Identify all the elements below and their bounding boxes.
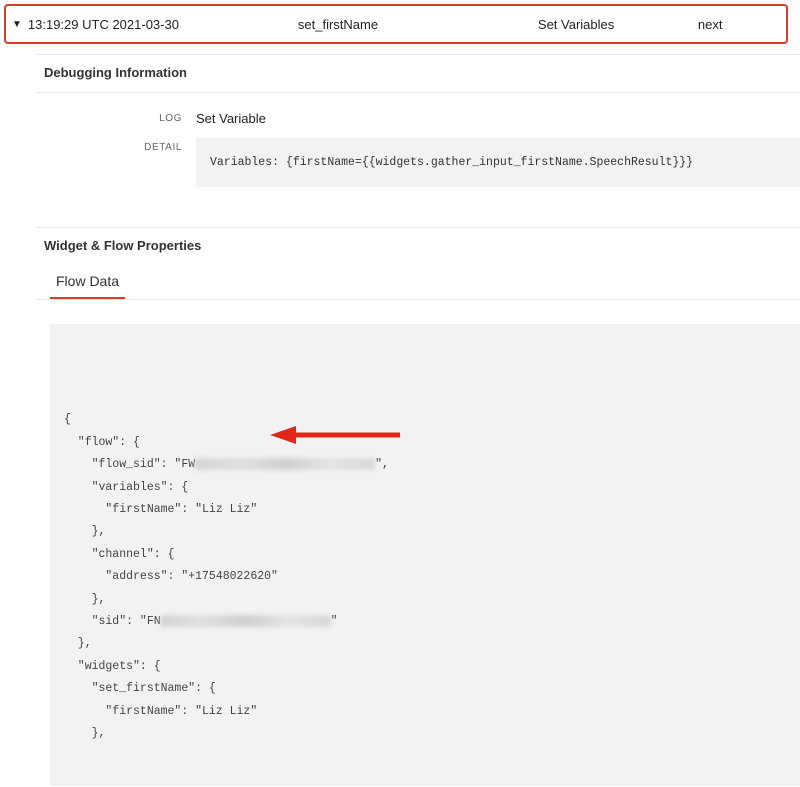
log-row: LOG Set Variable xyxy=(36,109,800,126)
step-type-cell: Set Variables xyxy=(538,17,698,32)
widget-flow-properties-header: Widget & Flow Properties xyxy=(36,227,800,265)
expand-arrow-icon: ▼ xyxy=(12,19,22,30)
debugging-info-header: Debugging Information xyxy=(36,54,800,93)
tab-bar: Flow Data xyxy=(36,265,800,300)
log-entry-row[interactable]: ▼ 13:19:29 UTC 2021-03-30 set_firstName … xyxy=(4,4,788,44)
log-label: LOG xyxy=(36,109,196,124)
detail-label: DETAIL xyxy=(36,138,196,153)
transition-cell: next xyxy=(698,17,780,32)
redacted-text xyxy=(195,458,375,470)
flow-data-code[interactable]: { "flow": { "flow_sid": "FW", "variables… xyxy=(50,324,800,786)
tab-flow-data[interactable]: Flow Data xyxy=(50,265,125,299)
timestamp-cell: 13:19:29 UTC 2021-03-30 xyxy=(28,17,298,32)
log-value: Set Variable xyxy=(196,109,800,126)
detail-code[interactable]: Variables: {firstName={{widgets.gather_i… xyxy=(196,138,800,187)
redacted-text xyxy=(161,615,331,627)
detail-row: DETAIL Variables: {firstName={{widgets.g… xyxy=(36,138,800,187)
widget-name-cell: set_firstName xyxy=(298,17,538,32)
